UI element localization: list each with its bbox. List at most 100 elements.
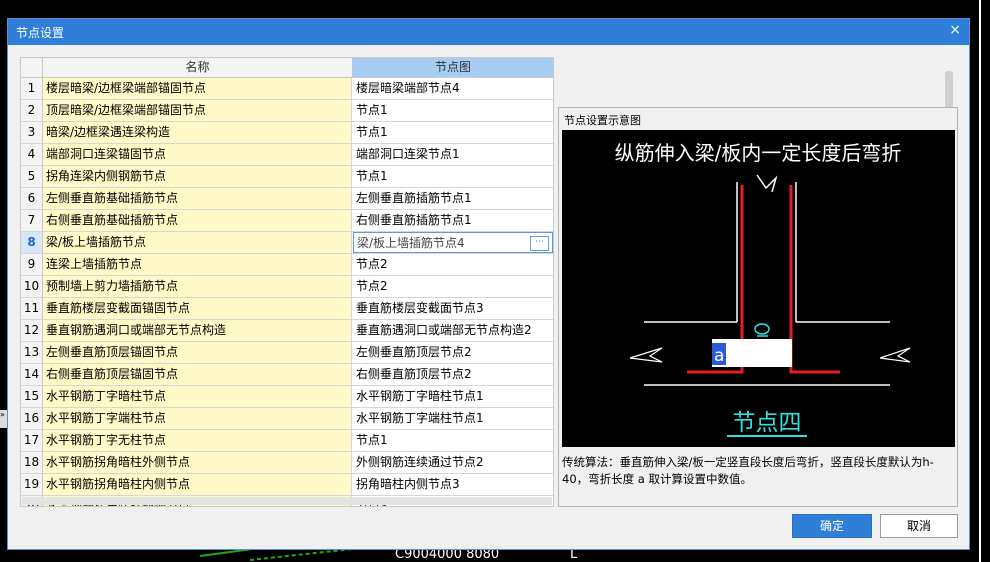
row-name-cell[interactable]: 左侧垂直筋顶层锚固节点 bbox=[43, 342, 352, 363]
node-label: 节点四 bbox=[733, 410, 802, 436]
row-node-cell[interactable]: 节点2 bbox=[353, 276, 553, 297]
row-index: 4 bbox=[21, 144, 43, 165]
diagram-heading: 纵筋伸入梁/板内一定长度后弯折 bbox=[615, 141, 902, 165]
cancel-button[interactable]: 取消 bbox=[880, 514, 958, 538]
table-row[interactable]: 18 水平钢筋拐角暗柱外侧节点 外侧钢筋连续通过节点2 bbox=[21, 452, 553, 474]
row-node-text: 右侧垂直筋顶层节点2 bbox=[356, 367, 472, 381]
row-node-cell[interactable]: 垂直筋遇洞口或端部无节点构造2 bbox=[353, 320, 553, 341]
table-row[interactable]: 9 连梁上墙插筋节点 节点2 bbox=[21, 254, 553, 276]
row-node-cell[interactable]: 左侧垂直筋插筋节点1 bbox=[353, 188, 553, 209]
row-name-cell[interactable]: 垂直钢筋遇洞口或端部无节点构造 bbox=[43, 320, 352, 341]
row-node-cell[interactable]: 节点1 bbox=[353, 430, 553, 451]
row-node-cell[interactable]: 水平钢筋丁字端柱节点1 bbox=[353, 408, 553, 429]
table-row[interactable]: 15 水平钢筋丁字暗柱节点 水平钢筋丁字暗柱节点1 bbox=[21, 386, 553, 408]
table-row[interactable]: 10 预制墙上剪力墙插筋节点 节点2 bbox=[21, 276, 553, 298]
row-node-text: 水平钢筋丁字暗柱节点1 bbox=[356, 389, 484, 403]
row-node-text: 梁/板上墙插筋节点4 bbox=[357, 236, 465, 250]
horizontal-scrollbar[interactable] bbox=[22, 497, 552, 505]
row-node-text: 节点2 bbox=[356, 257, 388, 271]
row-index: 10 bbox=[21, 276, 43, 297]
row-node-cell[interactable]: 水平钢筋丁字暗柱节点1 bbox=[353, 386, 553, 407]
table-row[interactable]: 4 端部洞口连梁锚固节点 端部洞口连梁节点1 bbox=[21, 144, 553, 166]
row-node-cell[interactable]: 端部洞口连梁节点1 bbox=[353, 144, 553, 165]
row-name-cell[interactable]: 右侧垂直筋基础插筋节点 bbox=[43, 210, 352, 231]
ellipsis-button[interactable]: ··· bbox=[530, 236, 549, 251]
row-name-cell[interactable]: 左侧垂直筋基础插筋节点 bbox=[43, 188, 352, 209]
row-node-cell[interactable]: 楼层暗梁端部节点4 bbox=[353, 78, 553, 99]
row-index: 6 bbox=[21, 188, 43, 209]
table-row[interactable]: 1 楼层暗梁/边框梁端部锚固节点 楼层暗梁端部节点4 bbox=[21, 78, 553, 100]
node-settings-grid: 名称 节点图 1 楼层暗梁/边框梁端部锚固节点 楼层暗梁端部节点4 2 顶层暗梁/边框梁… bbox=[20, 57, 554, 507]
table-row[interactable]: 17 水平钢筋丁字无柱节点 节点1 bbox=[21, 430, 553, 452]
table-row[interactable]: 19 水平钢筋拐角暗柱内侧节点 拐角暗柱内侧节点3 bbox=[21, 474, 553, 496]
row-node-text: 左侧垂直筋顶层节点2 bbox=[356, 345, 472, 359]
row-name-cell[interactable]: 水平钢筋拐角暗柱内侧节点 bbox=[43, 474, 352, 495]
row-name-cell[interactable]: 水平钢筋丁字端柱节点 bbox=[43, 408, 352, 429]
row-name-cell[interactable]: 水平钢筋丁字无柱节点 bbox=[43, 430, 352, 451]
row-node-cell[interactable]: 右侧垂直筋插筋节点1 bbox=[353, 210, 553, 231]
row-node-cell[interactable]: 右侧垂直筋顶层节点2 bbox=[353, 364, 553, 385]
table-row[interactable]: 16 水平钢筋丁字端柱节点 水平钢筋丁字端柱节点1 bbox=[21, 408, 553, 430]
table-row[interactable]: 12 垂直钢筋遇洞口或端部无节点构造 垂直筋遇洞口或端部无节点构造2 bbox=[21, 320, 553, 342]
window-title: 节点设置 bbox=[16, 26, 65, 40]
row-index: 11 bbox=[21, 298, 43, 319]
table-row[interactable]: 11 垂直筋楼层变截面锚固节点 垂直筋楼层变截面节点3 bbox=[21, 298, 553, 320]
row-name-cell[interactable]: 水平钢筋丁字暗柱节点 bbox=[43, 386, 352, 407]
grid-rows: 1 楼层暗梁/边框梁端部锚固节点 楼层暗梁端部节点4 2 顶层暗梁/边框梁端部锚固节点节… bbox=[21, 78, 553, 506]
preview-title: 节点设置示意图 bbox=[564, 114, 641, 127]
row-node-text: 左侧垂直筋插筋节点1 bbox=[356, 191, 472, 205]
row-node-text: 节点2 bbox=[356, 279, 388, 293]
row-name-cell[interactable]: 连梁上墙插筋节点 bbox=[43, 254, 352, 275]
table-row[interactable]: 5 拐角连梁内侧钢筋节点 节点1 bbox=[21, 166, 553, 188]
dim-label: a bbox=[714, 346, 724, 366]
header-node[interactable]: 节点图 bbox=[353, 58, 553, 77]
side-tab[interactable]: » bbox=[0, 410, 7, 428]
table-row[interactable]: 6 左侧垂直筋基础插筋节点 左侧垂直筋插筋节点1 bbox=[21, 188, 553, 210]
table-row[interactable]: 3 暗梁/边框梁遇连梁构造 节点1 bbox=[21, 122, 553, 144]
row-node-cell[interactable]: 左侧垂直筋顶层节点2 bbox=[353, 342, 553, 363]
row-index: 1 bbox=[21, 78, 43, 99]
row-node-cell[interactable]: 垂直筋楼层变截面节点3 bbox=[353, 298, 553, 319]
row-name-cell[interactable]: 预制墙上剪力墙插筋节点 bbox=[43, 276, 352, 297]
row-node-cell[interactable]: 节点1 bbox=[353, 166, 553, 187]
row-index: 15 bbox=[21, 386, 43, 407]
table-row[interactable]: 2 顶层暗梁/边框梁端部锚固节点 节点1 bbox=[21, 100, 553, 122]
close-icon[interactable]: × bbox=[949, 22, 961, 38]
row-node-cell[interactable]: 节点1 bbox=[353, 122, 553, 143]
table-row[interactable]: 8 梁/板上墙插筋节点 梁/板上墙插筋节点4 ··· bbox=[21, 232, 553, 254]
table-row[interactable]: 7 右侧垂直筋基础插筋节点 右侧垂直筋插筋节点1 bbox=[21, 210, 553, 232]
row-node-text: 节点1 bbox=[356, 169, 388, 183]
row-name-cell[interactable]: 垂直筋楼层变截面锚固节点 bbox=[43, 298, 352, 319]
row-index: 7 bbox=[21, 210, 43, 231]
row-name-cell[interactable]: 梁/板上墙插筋节点 bbox=[43, 232, 352, 253]
header-index bbox=[21, 58, 43, 77]
row-node-cell[interactable]: 节点1 bbox=[353, 100, 553, 121]
row-name-cell[interactable]: 楼层暗梁/边框梁端部锚固节点 bbox=[43, 78, 352, 99]
row-name-cell[interactable]: 端部洞口连梁锚固节点 bbox=[43, 144, 352, 165]
row-node-cell[interactable]: 节点2 bbox=[353, 254, 553, 275]
table-row[interactable]: 14 右侧垂直筋顶层锚固节点 右侧垂直筋顶层节点2 bbox=[21, 364, 553, 386]
algorithm-description: 传统算法：垂直筋伸入梁/板一定竖直段长度后弯折，竖直段长度默认为h-40，弯折长… bbox=[562, 455, 934, 486]
row-node-text: 节点1 bbox=[356, 125, 388, 139]
row-name-cell[interactable]: 暗梁/边框梁遇连梁构造 bbox=[43, 122, 352, 143]
ok-button[interactable]: 确定 bbox=[792, 514, 872, 538]
row-node-text: 水平钢筋丁字端柱节点1 bbox=[356, 411, 484, 425]
table-row[interactable]: 13 左侧垂直筋顶层锚固节点 左侧垂直筋顶层节点2 bbox=[21, 342, 553, 364]
row-index: 16 bbox=[21, 408, 43, 429]
row-node-cell[interactable]: 外侧钢筋连续通过节点2 bbox=[353, 452, 553, 473]
header-name[interactable]: 名称 bbox=[43, 58, 353, 77]
grid-header: 名称 节点图 bbox=[21, 58, 553, 78]
row-node-cell[interactable]: 梁/板上墙插筋节点4 ··· bbox=[353, 232, 553, 253]
row-node-text: 端部洞口连梁节点1 bbox=[356, 147, 460, 161]
row-name-cell[interactable]: 水平钢筋拐角暗柱外侧节点 bbox=[43, 452, 352, 473]
row-node-cell[interactable]: 拐角暗柱内侧节点3 bbox=[353, 474, 553, 495]
node-diagram: 纵筋伸入梁/板内一定长度后弯折 a 节点四 bbox=[615, 141, 911, 437]
row-name-cell[interactable]: 右侧垂直筋顶层锚固节点 bbox=[43, 364, 352, 385]
row-index: 19 bbox=[21, 474, 43, 495]
row-index: 2 bbox=[21, 100, 43, 121]
row-name-cell[interactable]: 顶层暗梁/边框梁端部锚固节点 bbox=[43, 100, 352, 121]
row-name-cell[interactable]: 拐角连梁内侧钢筋节点 bbox=[43, 166, 352, 187]
row-index: 17 bbox=[21, 430, 43, 451]
title-bar: 节点设置 × bbox=[8, 19, 969, 45]
row-index: 5 bbox=[21, 166, 43, 187]
